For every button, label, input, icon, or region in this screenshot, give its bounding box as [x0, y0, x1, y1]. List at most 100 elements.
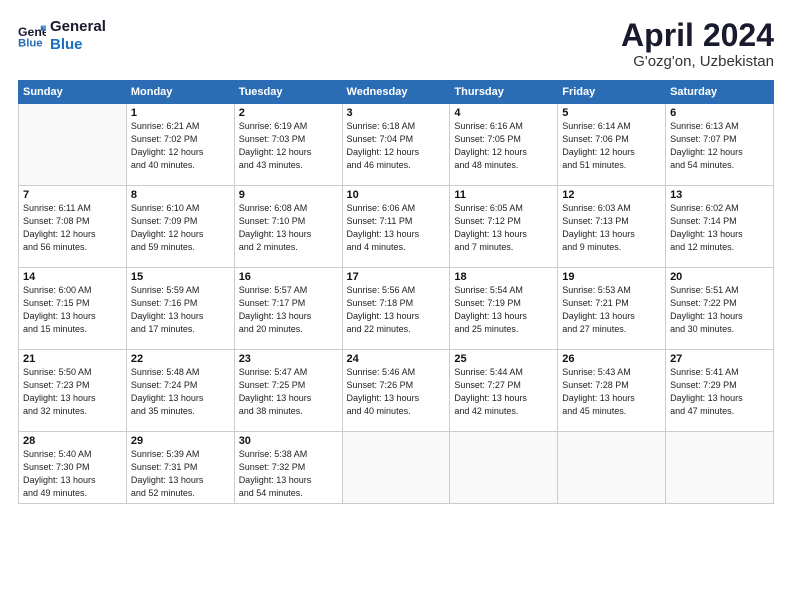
- day-info: Sunrise: 6:21 AMSunset: 7:02 PMDaylight:…: [131, 120, 230, 172]
- day-info: Sunrise: 6:19 AMSunset: 7:03 PMDaylight:…: [239, 120, 338, 172]
- weekday-header: Sunday: [19, 81, 127, 104]
- day-info: Sunrise: 5:54 AMSunset: 7:19 PMDaylight:…: [454, 284, 553, 336]
- calendar-week-row: 28 Sunrise: 5:40 AMSunset: 7:30 PMDaylig…: [19, 432, 774, 504]
- day-info: Sunrise: 6:00 AMSunset: 7:15 PMDaylight:…: [23, 284, 122, 336]
- calendar-day-cell: 27 Sunrise: 5:41 AMSunset: 7:29 PMDaylig…: [666, 350, 774, 432]
- calendar-week-row: 21 Sunrise: 5:50 AMSunset: 7:23 PMDaylig…: [19, 350, 774, 432]
- calendar-day-cell: [19, 104, 127, 186]
- calendar-day-cell: 30 Sunrise: 5:38 AMSunset: 7:32 PMDaylig…: [234, 432, 342, 504]
- day-number: 29: [131, 435, 230, 447]
- day-number: 6: [670, 107, 769, 119]
- calendar-day-cell: 3 Sunrise: 6:18 AMSunset: 7:04 PMDayligh…: [342, 104, 450, 186]
- day-number: 22: [131, 353, 230, 365]
- day-info: Sunrise: 5:47 AMSunset: 7:25 PMDaylight:…: [239, 366, 338, 418]
- day-info: Sunrise: 5:51 AMSunset: 7:22 PMDaylight:…: [670, 284, 769, 336]
- day-info: Sunrise: 6:13 AMSunset: 7:07 PMDaylight:…: [670, 120, 769, 172]
- header: General Blue General Blue April 2024 G'o…: [18, 18, 774, 70]
- calendar-table: SundayMondayTuesdayWednesdayThursdayFrid…: [18, 80, 774, 504]
- day-number: 15: [131, 271, 230, 283]
- calendar-day-cell: [450, 432, 558, 504]
- calendar-day-cell: [558, 432, 666, 504]
- calendar-day-cell: [342, 432, 450, 504]
- day-number: 13: [670, 189, 769, 201]
- day-number: 27: [670, 353, 769, 365]
- calendar-day-cell: 24 Sunrise: 5:46 AMSunset: 7:26 PMDaylig…: [342, 350, 450, 432]
- day-number: 16: [239, 271, 338, 283]
- calendar-day-cell: 18 Sunrise: 5:54 AMSunset: 7:19 PMDaylig…: [450, 268, 558, 350]
- calendar-week-row: 14 Sunrise: 6:00 AMSunset: 7:15 PMDaylig…: [19, 268, 774, 350]
- calendar-day-cell: 10 Sunrise: 6:06 AMSunset: 7:11 PMDaylig…: [342, 186, 450, 268]
- calendar-day-cell: 29 Sunrise: 5:39 AMSunset: 7:31 PMDaylig…: [126, 432, 234, 504]
- day-number: 24: [347, 353, 446, 365]
- calendar-day-cell: 7 Sunrise: 6:11 AMSunset: 7:08 PMDayligh…: [19, 186, 127, 268]
- main-title: April 2024: [621, 18, 774, 53]
- page: General Blue General Blue April 2024 G'o…: [0, 0, 792, 612]
- calendar-day-cell: 17 Sunrise: 5:56 AMSunset: 7:18 PMDaylig…: [342, 268, 450, 350]
- calendar-day-cell: 8 Sunrise: 6:10 AMSunset: 7:09 PMDayligh…: [126, 186, 234, 268]
- day-info: Sunrise: 5:53 AMSunset: 7:21 PMDaylight:…: [562, 284, 661, 336]
- day-number: 25: [454, 353, 553, 365]
- weekday-header: Thursday: [450, 81, 558, 104]
- day-info: Sunrise: 5:44 AMSunset: 7:27 PMDaylight:…: [454, 366, 553, 418]
- calendar-day-cell: 12 Sunrise: 6:03 AMSunset: 7:13 PMDaylig…: [558, 186, 666, 268]
- day-number: 28: [23, 435, 122, 447]
- calendar-day-cell: [666, 432, 774, 504]
- day-number: 23: [239, 353, 338, 365]
- day-info: Sunrise: 6:14 AMSunset: 7:06 PMDaylight:…: [562, 120, 661, 172]
- day-number: 4: [454, 107, 553, 119]
- day-info: Sunrise: 5:39 AMSunset: 7:31 PMDaylight:…: [131, 448, 230, 500]
- day-number: 8: [131, 189, 230, 201]
- calendar-week-row: 7 Sunrise: 6:11 AMSunset: 7:08 PMDayligh…: [19, 186, 774, 268]
- day-info: Sunrise: 5:57 AMSunset: 7:17 PMDaylight:…: [239, 284, 338, 336]
- calendar-day-cell: 6 Sunrise: 6:13 AMSunset: 7:07 PMDayligh…: [666, 104, 774, 186]
- weekday-header: Monday: [126, 81, 234, 104]
- weekday-header: Wednesday: [342, 81, 450, 104]
- day-number: 12: [562, 189, 661, 201]
- calendar-day-cell: 16 Sunrise: 5:57 AMSunset: 7:17 PMDaylig…: [234, 268, 342, 350]
- calendar-day-cell: 28 Sunrise: 5:40 AMSunset: 7:30 PMDaylig…: [19, 432, 127, 504]
- day-info: Sunrise: 6:02 AMSunset: 7:14 PMDaylight:…: [670, 202, 769, 254]
- day-info: Sunrise: 5:59 AMSunset: 7:16 PMDaylight:…: [131, 284, 230, 336]
- title-block: April 2024 G'ozg'on, Uzbekistan: [621, 18, 774, 70]
- day-number: 11: [454, 189, 553, 201]
- calendar-day-cell: 26 Sunrise: 5:43 AMSunset: 7:28 PMDaylig…: [558, 350, 666, 432]
- calendar-day-cell: 13 Sunrise: 6:02 AMSunset: 7:14 PMDaylig…: [666, 186, 774, 268]
- calendar-body: 1 Sunrise: 6:21 AMSunset: 7:02 PMDayligh…: [19, 104, 774, 504]
- day-number: 14: [23, 271, 122, 283]
- day-number: 2: [239, 107, 338, 119]
- day-info: Sunrise: 6:18 AMSunset: 7:04 PMDaylight:…: [347, 120, 446, 172]
- calendar-day-cell: 25 Sunrise: 5:44 AMSunset: 7:27 PMDaylig…: [450, 350, 558, 432]
- subtitle: G'ozg'on, Uzbekistan: [621, 53, 774, 70]
- day-info: Sunrise: 5:48 AMSunset: 7:24 PMDaylight:…: [131, 366, 230, 418]
- day-info: Sunrise: 5:50 AMSunset: 7:23 PMDaylight:…: [23, 366, 122, 418]
- day-info: Sunrise: 5:43 AMSunset: 7:28 PMDaylight:…: [562, 366, 661, 418]
- calendar-day-cell: 19 Sunrise: 5:53 AMSunset: 7:21 PMDaylig…: [558, 268, 666, 350]
- calendar-day-cell: 22 Sunrise: 5:48 AMSunset: 7:24 PMDaylig…: [126, 350, 234, 432]
- calendar-day-cell: 2 Sunrise: 6:19 AMSunset: 7:03 PMDayligh…: [234, 104, 342, 186]
- day-info: Sunrise: 5:40 AMSunset: 7:30 PMDaylight:…: [23, 448, 122, 500]
- calendar-day-cell: 11 Sunrise: 6:05 AMSunset: 7:12 PMDaylig…: [450, 186, 558, 268]
- calendar-day-cell: 20 Sunrise: 5:51 AMSunset: 7:22 PMDaylig…: [666, 268, 774, 350]
- day-number: 26: [562, 353, 661, 365]
- calendar-day-cell: 4 Sunrise: 6:16 AMSunset: 7:05 PMDayligh…: [450, 104, 558, 186]
- calendar-week-row: 1 Sunrise: 6:21 AMSunset: 7:02 PMDayligh…: [19, 104, 774, 186]
- day-info: Sunrise: 6:05 AMSunset: 7:12 PMDaylight:…: [454, 202, 553, 254]
- day-info: Sunrise: 6:11 AMSunset: 7:08 PMDaylight:…: [23, 202, 122, 254]
- day-number: 1: [131, 107, 230, 119]
- day-number: 10: [347, 189, 446, 201]
- day-info: Sunrise: 6:08 AMSunset: 7:10 PMDaylight:…: [239, 202, 338, 254]
- calendar-day-cell: 23 Sunrise: 5:47 AMSunset: 7:25 PMDaylig…: [234, 350, 342, 432]
- day-info: Sunrise: 6:06 AMSunset: 7:11 PMDaylight:…: [347, 202, 446, 254]
- calendar-day-cell: 14 Sunrise: 6:00 AMSunset: 7:15 PMDaylig…: [19, 268, 127, 350]
- svg-text:Blue: Blue: [18, 38, 43, 50]
- day-number: 7: [23, 189, 122, 201]
- weekday-header: Friday: [558, 81, 666, 104]
- day-number: 9: [239, 189, 338, 201]
- weekday-header-row: SundayMondayTuesdayWednesdayThursdayFrid…: [19, 81, 774, 104]
- logo-icon: General Blue: [18, 22, 46, 50]
- day-number: 17: [347, 271, 446, 283]
- day-number: 30: [239, 435, 338, 447]
- day-number: 20: [670, 271, 769, 283]
- day-number: 19: [562, 271, 661, 283]
- calendar-day-cell: 5 Sunrise: 6:14 AMSunset: 7:06 PMDayligh…: [558, 104, 666, 186]
